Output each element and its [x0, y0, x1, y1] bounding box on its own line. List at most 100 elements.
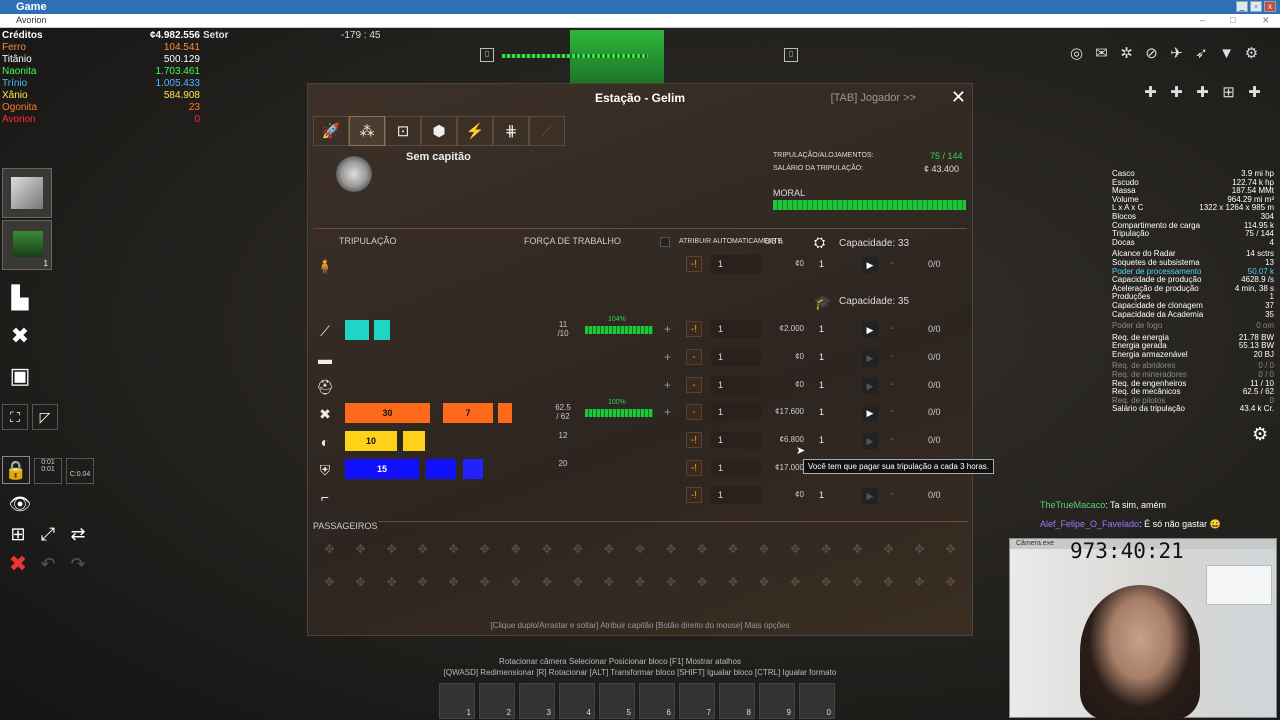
- close-panel-button[interactable]: ✕: [951, 87, 966, 108]
- passenger-slot[interactable]: ✥: [314, 533, 345, 566]
- passenger-slot[interactable]: ✥: [935, 566, 966, 599]
- inner-close-button[interactable]: ✕: [1262, 15, 1270, 26]
- fighter-icon[interactable]: ✈: [1166, 44, 1187, 64]
- inner-minimize-button[interactable]: –: [1200, 15, 1205, 25]
- crew-amount-input[interactable]: 1: [711, 459, 761, 477]
- hotbar-slot[interactable]: 2: [479, 683, 515, 719]
- passenger-slot[interactable]: ✥: [749, 533, 780, 566]
- passenger-slot[interactable]: ✥: [873, 566, 904, 599]
- maximize-button[interactable]: ▫: [1250, 1, 1262, 12]
- hire-button[interactable]: ▶: [862, 488, 878, 504]
- hire-minus[interactable]: -: [890, 258, 893, 269]
- delete-icon[interactable]: ✖: [2, 548, 34, 580]
- passenger-slot[interactable]: ✥: [562, 533, 593, 566]
- tab-transfer[interactable]: ⊡: [385, 116, 421, 146]
- resize-icon[interactable]: ⤢: [32, 518, 64, 550]
- passenger-slot[interactable]: ✥: [935, 533, 966, 566]
- hire-amount[interactable]: 1: [819, 259, 824, 269]
- passenger-slot[interactable]: ✥: [314, 566, 345, 599]
- passenger-slot[interactable]: ✥: [656, 533, 687, 566]
- tab-weapons[interactable]: ⟋: [529, 116, 565, 146]
- passenger-slot[interactable]: ✥: [749, 566, 780, 599]
- passenger-slot[interactable]: ✥: [624, 566, 655, 599]
- hotbar-slot[interactable]: 5: [599, 683, 635, 719]
- tab-energy[interactable]: ⚡: [457, 116, 493, 146]
- hire-minus[interactable]: -: [890, 434, 893, 445]
- passenger-slot[interactable]: ✥: [904, 533, 935, 566]
- passenger-slot[interactable]: ✥: [718, 533, 749, 566]
- hire-minus[interactable]: -: [890, 351, 893, 362]
- tab-cargo[interactable]: ⬢: [421, 116, 457, 146]
- tab-ship[interactable]: 🚀: [313, 116, 349, 146]
- grid-size-stat[interactable]: 0:01 0:01: [34, 458, 62, 484]
- hire-button[interactable]: ▶: [862, 257, 878, 273]
- merchant-icon[interactable]: ▼: [1216, 44, 1237, 64]
- passenger-slot[interactable]: ✥: [687, 566, 718, 599]
- passenger-slot[interactable]: ✥: [624, 533, 655, 566]
- hire-button[interactable]: ▶: [862, 405, 878, 421]
- passenger-slot[interactable]: ✥: [376, 533, 407, 566]
- crew-amount-input[interactable]: 1: [711, 348, 761, 366]
- ship-icon[interactable]: ➶: [1191, 44, 1212, 64]
- hire-amount[interactable]: 1: [819, 407, 824, 417]
- passenger-slot[interactable]: ✥: [531, 566, 562, 599]
- target-icon[interactable]: ◎: [1066, 44, 1087, 64]
- scale-stat[interactable]: C:0.04: [66, 458, 94, 484]
- hire-amount[interactable]: 1: [819, 324, 824, 334]
- settings-cog-icon[interactable]: ⚙: [1241, 44, 1262, 64]
- passenger-slot[interactable]: ✥: [345, 533, 376, 566]
- hire-button[interactable]: ▶: [862, 350, 878, 366]
- passenger-slot[interactable]: ✥: [593, 533, 624, 566]
- passenger-slot[interactable]: ✥: [562, 566, 593, 599]
- passenger-slot[interactable]: ✥: [718, 566, 749, 599]
- remove-crew-button[interactable]: -: [686, 404, 702, 420]
- crew-amount-input[interactable]: 1: [711, 255, 761, 273]
- hotbar-slot[interactable]: 0: [799, 683, 835, 719]
- passenger-slot[interactable]: ✥: [438, 533, 469, 566]
- passenger-slot[interactable]: ✥: [811, 533, 842, 566]
- tab-crew[interactable]: ⁂: [349, 116, 385, 146]
- crew-amount-input[interactable]: 1: [711, 320, 761, 338]
- passenger-slot[interactable]: ✥: [873, 533, 904, 566]
- remove-crew-button[interactable]: -: [686, 349, 702, 365]
- hire-minus[interactable]: -: [890, 406, 893, 417]
- redo-icon[interactable]: ↷: [62, 548, 94, 580]
- mail-icon[interactable]: ✉: [1091, 44, 1112, 64]
- paint-icon[interactable]: ▙: [4, 282, 36, 314]
- faction-icon-4[interactable]: ✚: [1244, 83, 1265, 103]
- hire-minus[interactable]: -: [890, 379, 893, 390]
- select-box-icon[interactable]: ⛶: [2, 404, 28, 430]
- add-crew-button[interactable]: +: [664, 322, 671, 336]
- crew-amount-input[interactable]: 1: [711, 376, 761, 394]
- hire-amount[interactable]: 1: [819, 435, 824, 445]
- hire-minus[interactable]: -: [890, 323, 893, 334]
- passenger-slot[interactable]: ✥: [376, 566, 407, 599]
- faction-icon-3[interactable]: ✚: [1192, 83, 1213, 103]
- passenger-slot[interactable]: ✥: [345, 566, 376, 599]
- hotbar-slot[interactable]: 3: [519, 683, 555, 719]
- undo-icon[interactable]: ↶: [32, 548, 64, 580]
- transfer-icon[interactable]: ⊞: [1218, 83, 1239, 103]
- add-crew-button[interactable]: +: [664, 378, 671, 392]
- passenger-slot[interactable]: ✥: [842, 533, 873, 566]
- swap-icon[interactable]: ⇄: [62, 518, 94, 550]
- passenger-slot[interactable]: ✥: [842, 566, 873, 599]
- remove-crew-button[interactable]: -!: [686, 321, 702, 337]
- hotbar-slot[interactable]: 7: [679, 683, 715, 719]
- compass-icon[interactable]: ⊘: [1141, 44, 1162, 64]
- close-window-button[interactable]: x: [1264, 1, 1276, 12]
- passenger-slot[interactable]: ✥: [469, 566, 500, 599]
- passenger-slot[interactable]: ✥: [687, 533, 718, 566]
- passenger-slot[interactable]: ✥: [656, 566, 687, 599]
- save-icon[interactable]: ▣: [4, 360, 36, 392]
- faction-icon-1[interactable]: ✚: [1140, 83, 1161, 103]
- passenger-slot[interactable]: ✥: [469, 533, 500, 566]
- passenger-slot[interactable]: ✥: [780, 533, 811, 566]
- hire-minus[interactable]: -: [890, 489, 893, 500]
- add-crew-button[interactable]: +: [664, 350, 671, 364]
- hire-button[interactable]: ▶: [862, 378, 878, 394]
- crew-amount-input[interactable]: 1: [711, 403, 761, 421]
- lock-icon[interactable]: 🔒: [2, 456, 30, 484]
- stats-settings-icon[interactable]: ⚙: [1252, 424, 1268, 445]
- crew-amount-input[interactable]: 1: [711, 486, 761, 504]
